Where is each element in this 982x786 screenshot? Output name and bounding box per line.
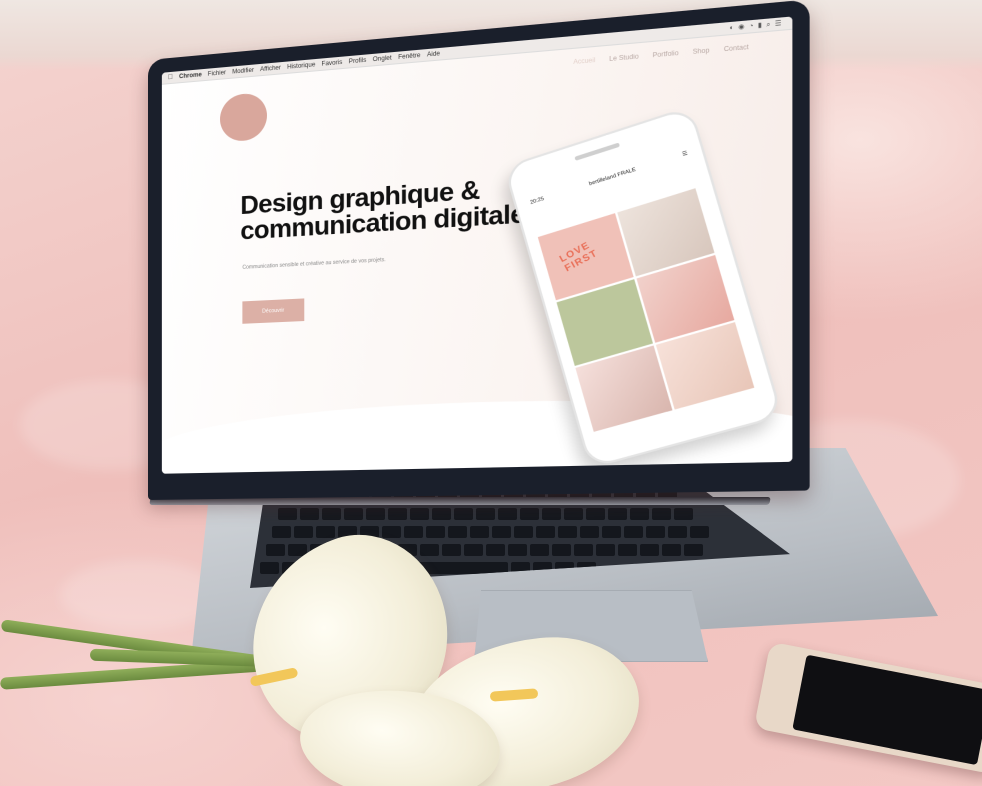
photo-scene:  Chrome Fichier Modifier Afficher Histo…: [0, 0, 982, 786]
site-nav: Accueil Le Studio Portfolio Shop Contact: [573, 45, 748, 66]
site-nav-item: Accueil: [573, 58, 595, 66]
apple-icon: : [168, 74, 173, 81]
site-nav-item: Shop: [693, 48, 710, 56]
laptop-screen:  Chrome Fichier Modifier Afficher Histo…: [162, 16, 793, 473]
phone-menu-icon: ☰: [682, 150, 689, 158]
site-nav-item: Le Studio: [609, 54, 638, 63]
menubar-item: Fichier: [208, 70, 226, 78]
instagram-grid: LOVE FIRST: [538, 188, 755, 432]
site-nav-item: Contact: [724, 45, 749, 54]
menubar-status-icons: ◐ ◉ ◔ ▮ ⌕ ☰: [730, 19, 783, 33]
smartphone: [754, 642, 982, 775]
menubar-item: Fenêtre: [398, 52, 420, 60]
phone-account-name: bertilleland FRALE: [588, 167, 636, 188]
menubar-item: Modifier: [232, 67, 254, 75]
phone-time: 20:25: [529, 196, 544, 206]
smartphone-screen: [792, 655, 982, 765]
laptop-lid:  Chrome Fichier Modifier Afficher Histo…: [148, 0, 810, 500]
menubar-item: Historique: [287, 62, 315, 71]
menubar-item: Onglet: [373, 55, 392, 63]
site-logo: [220, 92, 267, 143]
tile-text: LOVE FIRST: [557, 238, 599, 273]
hero-cta-button: Découvrir: [242, 298, 304, 323]
menubar-item: Favoris: [322, 59, 343, 67]
menubar-item: Profils: [349, 57, 367, 65]
site-nav-item: Portfolio: [653, 51, 679, 60]
menubar-item: Afficher: [260, 65, 281, 73]
keyboard-row: [272, 526, 709, 538]
hero-subtitle: Communication sensible et créative au se…: [242, 257, 385, 271]
phone-speaker: [574, 143, 620, 161]
keyboard-row: [278, 508, 693, 520]
menubar-item: Aide: [427, 51, 440, 58]
menubar-app-name: Chrome: [179, 72, 202, 80]
